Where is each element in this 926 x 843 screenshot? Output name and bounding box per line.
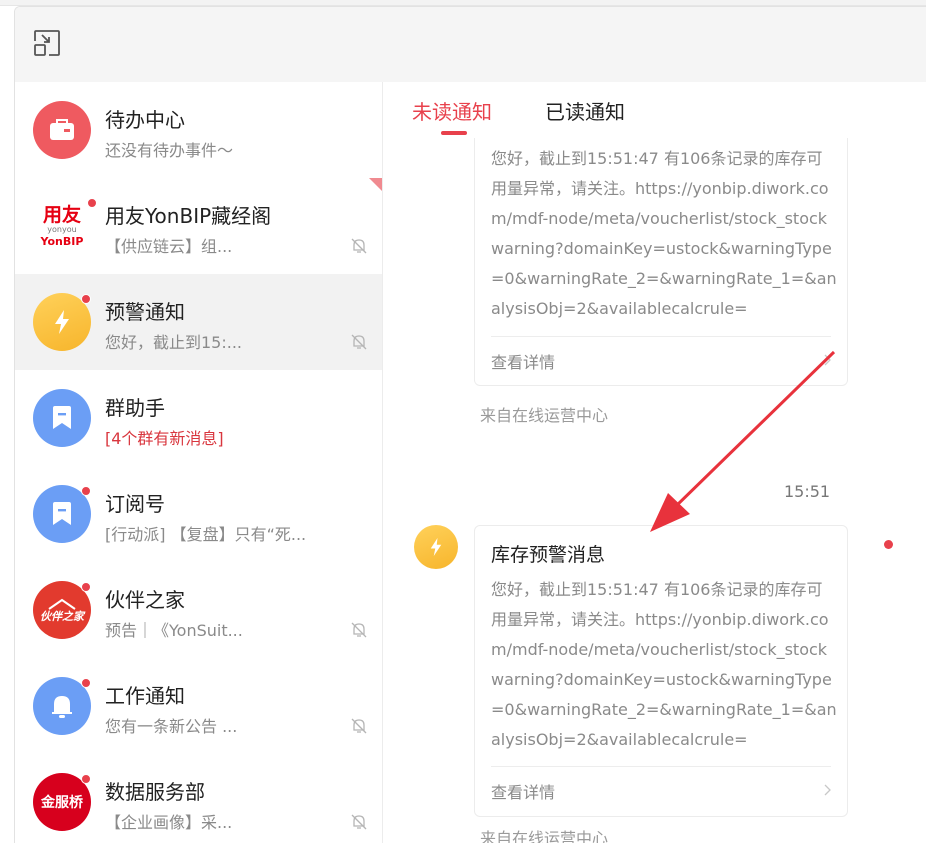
bookmark-icon [53,406,71,429]
house-icon [48,598,76,610]
conversation-preview: 您好，截止到15:... [105,333,243,352]
pinned-corner [369,178,382,192]
chevron-right-icon [824,784,831,796]
conversation-title: 用友YonBIP藏经阁 [105,204,272,228]
logo-text: 伙伴之家 [40,609,84,623]
unread-dot [81,678,91,688]
partner-home-logo: 伙伴之家 [33,581,91,639]
message-card: 您好，截止到15:51:47 有106条记录的库存可用量异常，请关注。https… [474,132,848,386]
tab-unread[interactable]: 未读通知 [412,96,492,125]
unread-dot [81,486,91,496]
conversation-preview: 还没有待办事件～ [105,141,234,160]
conversation-title: 群助手 [105,396,165,420]
lightning-icon [430,538,442,556]
yonbip-logo: 用友 yonyou YonBIP [33,197,97,255]
alert-avatar [33,293,91,351]
message-body: 您好，截止到15:51:47 有106条记录的库存可用量异常，请关注。https… [491,580,837,749]
notification-window: 待办中心 还没有待办事件～ 用友 yonyou YonBIP 用友YonBIP藏… [14,6,926,843]
message-source: 来自在线运营中心 [480,829,609,843]
view-details-link[interactable]: 查看详情 [491,779,555,803]
logo-text-bottom: YonBIP [40,234,84,248]
conversation-title: 待办中心 [105,108,185,132]
mute-bell-icon [351,718,367,734]
unread-dot [87,198,97,208]
chevron-right-icon [824,354,831,366]
todo-avatar [33,101,91,159]
data-service-logo: 金服桥 [33,773,91,831]
conversation-title: 工作通知 [105,684,185,708]
notification-tabs: 未读通知 已读通知 [384,82,926,138]
unread-dot [81,774,91,784]
card-divider [491,766,831,767]
subscriptions-avatar [33,485,91,543]
mute-bell-icon [351,622,367,638]
logo-text-top: 用友 [42,203,81,226]
notification-panel: 您好，截止到15:51:47 有106条记录的库存可用量异常，请关注。https… [384,82,926,843]
conversation-item-alert[interactable]: 预警通知 您好，截止到15:... [15,274,382,370]
unread-dot [81,294,91,304]
conversation-item-data-service[interactable]: 金服桥 数据服务部 【企业画像】采... [15,754,382,843]
conversation-item-subscriptions[interactable]: 订阅号 [行动派] 【复盘】只有“死... [15,466,382,562]
message-body: 您好，截止到15:51:47 有106条记录的库存可用量异常，请关注。https… [491,149,837,318]
conversation-preview: [4个群有新消息] [105,429,224,448]
mute-bell-icon [351,238,367,254]
message-source: 来自在线运营中心 [480,406,609,425]
view-details-link[interactable]: 查看详情 [491,349,555,373]
conversation-item-partner-home[interactable]: 伙伴之家 伙伴之家 预告｜《YonSuit... [15,562,382,658]
conversation-item-group-assistant[interactable]: 群助手 [4个群有新消息] [15,370,382,466]
bookmark-icon [53,502,71,525]
tab-read[interactable]: 已读通知 [545,96,625,125]
group-assistant-avatar [33,389,91,447]
conversation-title: 订阅号 [105,492,165,516]
message-card: 库存预警消息 您好，截止到15:51:47 有106条记录的库存可用量异常，请关… [474,525,848,817]
window-toolbar [15,7,926,82]
conversation-item-yonbip[interactable]: 用友 yonyou YonBIP 用友YonBIP藏经阁 【供应链云】组... [15,178,382,274]
logo-text-mid: yonyou [47,224,77,234]
conversation-list: 待办中心 还没有待办事件～ 用友 yonyou YonBIP 用友YonBIP藏… [15,82,383,843]
conversation-preview: 您有一条新公告 ... [105,717,238,736]
conversation-title: 预警通知 [105,300,185,324]
card-divider [491,336,831,337]
mute-bell-icon [351,334,367,350]
logo-text: 金服桥 [41,795,83,811]
conversation-preview: 【供应链云】组... [105,237,233,256]
work-notice-avatar [33,677,91,735]
mute-bell-icon [351,814,367,830]
briefcase-icon [50,119,74,140]
active-tab-indicator [441,131,467,135]
collapse-window-icon[interactable] [33,29,61,57]
message-title: 库存预警消息 [491,544,606,566]
conversation-preview: 预告｜《YonSuit... [105,621,243,640]
alert-avatar [414,525,458,569]
conversation-preview: 【企业画像】采... [105,813,233,832]
lightning-icon [55,310,69,334]
conversation-item-todo[interactable]: 待办中心 还没有待办事件～ [15,82,382,178]
unread-dot [884,540,893,549]
conversation-title: 伙伴之家 [105,588,185,612]
bell-icon [52,696,72,718]
conversation-item-work-notice[interactable]: 工作通知 您有一条新公告 ... [15,658,382,754]
conversation-preview: [行动派] 【复盘】只有“死... [105,525,307,544]
message-time: 15:51 [784,482,831,501]
unread-dot [81,582,91,592]
conversation-title: 数据服务部 [105,780,205,804]
